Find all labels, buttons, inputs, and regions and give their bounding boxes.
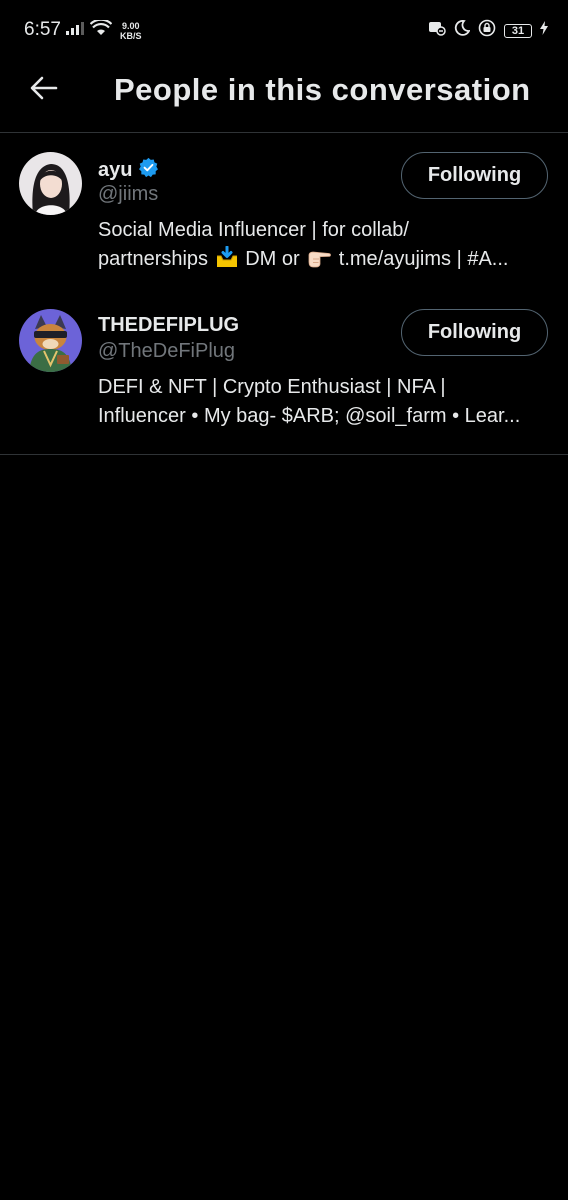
pointing-right-icon [306,248,332,277]
notification-icon [428,20,446,41]
user-name-line: THEDEFIPLUG [98,314,239,337]
list-item[interactable]: THEDEFIPLUG @TheDeFiPlug DEFI & NFT | Cr… [0,290,568,440]
moon-icon [454,20,471,41]
battery-level: 31 [511,24,525,37]
signal-icon [66,21,84,40]
network-speed-value: 9.00 [121,20,140,31]
verified-badge-icon [138,157,159,183]
bio-line: partnerships DM or t.me/ayujims | #A... [98,245,548,277]
page-title: People in this conversation [114,72,531,107]
bio-text: DM or [245,248,300,270]
battery-icon: 31 [504,23,532,38]
status-time: 6:57 [24,19,61,40]
status-left-icons: 9.00 KB/S [66,18,142,41]
user-name[interactable]: ayu [98,159,132,182]
bio-line: Social Media Influencer | for collab/ [98,219,409,241]
bio-line: Influencer • My bag- $ARB; @soil_farm • … [98,405,521,427]
user-bio: Social Media Influencer | for collab/ pa… [98,216,548,277]
avatar[interactable] [19,152,82,215]
following-button[interactable]: Following [401,309,548,356]
user-name[interactable]: THEDEFIPLUG [98,314,239,337]
inbox-tray-icon [215,245,239,277]
bio-line: DEFI & NFT | Crypto Enthusiast | NFA | [98,376,446,398]
bio-text: t.me/ayujims | #A... [338,248,509,270]
list-item[interactable]: ayu @jiims Social Media Influencer | for… [0,133,568,290]
back-button[interactable] [22,70,66,110]
wifi-icon [89,18,113,41]
header: People in this conversation [0,58,568,133]
avatar[interactable] [19,309,82,372]
status-right-icons: 31 [428,19,548,42]
user-bio: DEFI & NFT | Crypto Enthusiast | NFA | I… [98,373,548,431]
user-name-line: ayu [98,157,159,183]
following-button[interactable]: Following [401,152,548,199]
user-list: ayu @jiims Social Media Influencer | for… [0,133,568,455]
status-bar: 6:57 9.00 KB/S 31 [0,0,568,58]
network-speed: 9.00 KB/S [120,21,142,41]
charging-icon [540,21,548,40]
network-speed-unit: KB/S [120,30,142,41]
bio-text: partnerships [98,248,209,270]
arrow-left-icon [30,76,58,105]
user-handle: @jiims [98,183,159,205]
user-handle: @TheDeFiPlug [98,340,236,362]
lock-rotation-icon [478,19,496,42]
